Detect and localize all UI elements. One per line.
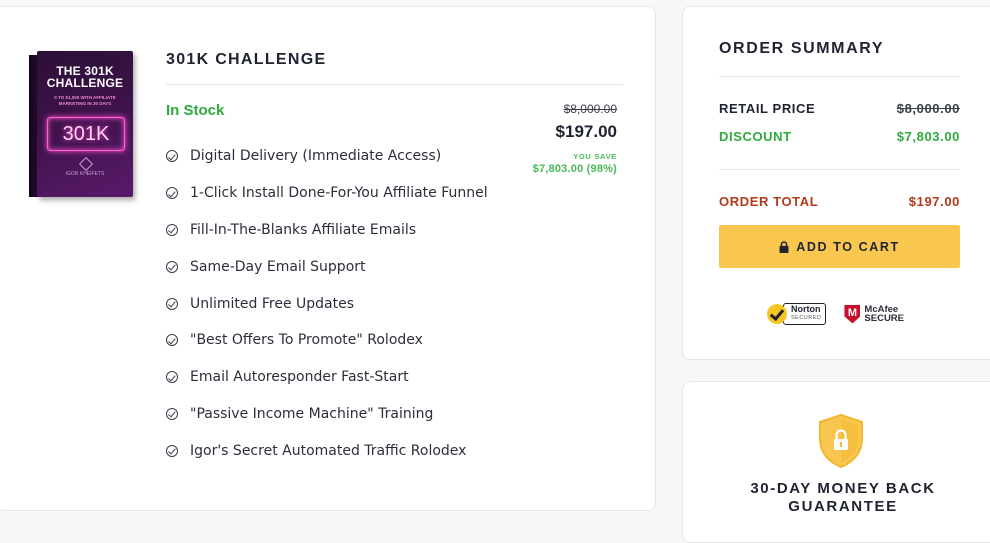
feature-text: Unlimited Free Updates — [190, 295, 355, 312]
check-circle-icon — [166, 260, 178, 273]
guarantee-line2: GUARANTEE — [788, 498, 898, 515]
check-circle-icon — [166, 371, 178, 384]
feature-item: Unlimited Free Updates — [166, 285, 488, 322]
product-divider — [166, 84, 623, 85]
box-brand: IGOR KHEIFETS — [65, 171, 105, 177]
order-total-label: ORDER TOTAL — [719, 194, 819, 209]
product-card: THE 301K CHALLENGE 0 TO $1,000 WITH AFFI… — [0, 6, 656, 511]
box-front: THE 301K CHALLENGE 0 TO $1,000 WITH AFFI… — [37, 51, 133, 197]
product-title: 301K CHALLENGE — [166, 51, 327, 68]
feature-item: "Passive Income Machine" Training — [166, 396, 488, 433]
box-title: THE 301K CHALLENGE — [46, 64, 124, 90]
retail-price-label: RETAIL PRICE — [719, 101, 816, 116]
box-neon-sign: 301K — [47, 117, 125, 151]
check-circle-icon — [166, 334, 178, 347]
guarantee-card: 30-DAY MONEY BACK GUARANTEE — [682, 381, 990, 543]
feature-text: Igor's Secret Automated Traffic Rolodex — [190, 442, 467, 459]
feature-item: Fill-In-The-Blanks Affiliate Emails — [166, 212, 488, 249]
feature-text: "Best Offers To Promote" Rolodex — [190, 332, 423, 349]
check-circle-icon — [166, 407, 178, 420]
norton-sub: SECURED — [791, 315, 822, 321]
mcafee-line2: SECURE — [864, 313, 904, 324]
retail-price-row: RETAIL PRICE $8,000.00 — [719, 101, 960, 116]
sale-price: $197.00 — [555, 122, 617, 141]
feature-item: "Best Offers To Promote" Rolodex — [166, 322, 488, 359]
norton-badge: Norton SECURED — [767, 303, 827, 325]
feature-text: "Passive Income Machine" Training — [190, 405, 434, 422]
product-box-image: THE 301K CHALLENGE 0 TO $1,000 WITH AFFI… — [29, 51, 133, 199]
you-save-label: YOU SAVE — [573, 152, 617, 161]
feature-text: Same-Day Email Support — [190, 258, 366, 275]
lock-icon — [779, 240, 789, 253]
feature-text: 1-Click Install Done-For-You Affiliate F… — [190, 185, 488, 202]
guarantee-title: 30-DAY MONEY BACK GUARANTEE — [683, 480, 990, 516]
check-circle-icon — [166, 297, 178, 310]
mcafee-badge: M McAfee SECURE — [844, 304, 904, 324]
feature-item: Digital Delivery (Immediate Access) — [166, 138, 488, 175]
norton-check-icon — [767, 304, 787, 324]
retail-price-value: $8,000.00 — [896, 101, 960, 116]
add-to-cart-button[interactable]: ADD TO CART — [719, 225, 960, 268]
discount-value: $7,803.00 — [896, 129, 960, 144]
order-total-value: $197.00 — [908, 194, 960, 209]
mcafee-shield-icon: M — [844, 304, 861, 324]
feature-item: 1-Click Install Done-For-You Affiliate F… — [166, 175, 488, 212]
feature-item: Same-Day Email Support — [166, 248, 488, 285]
original-price: $8,000.00 — [563, 102, 617, 116]
guarantee-line1: 30-DAY MONEY BACK — [750, 480, 936, 497]
stock-status: In Stock — [166, 102, 225, 119]
discount-label: DISCOUNT — [719, 129, 792, 144]
feature-text: Email Autoresponder Fast-Start — [190, 369, 409, 386]
check-circle-icon — [166, 150, 178, 163]
check-circle-icon — [166, 444, 178, 457]
norton-name: Norton — [791, 304, 821, 314]
feature-item: Email Autoresponder Fast-Start — [166, 359, 488, 396]
summary-divider — [719, 169, 960, 170]
feature-list: Digital Delivery (Immediate Access) 1-Cl… — [166, 138, 488, 469]
feature-text: Fill-In-The-Blanks Affiliate Emails — [190, 221, 417, 238]
add-to-cart-label: ADD TO CART — [796, 239, 900, 254]
price-block: $8,000.00 $197.00 YOU SAVE $7,803.00 (98… — [533, 102, 617, 175]
feature-item: Igor's Secret Automated Traffic Rolodex — [166, 432, 488, 469]
feature-text: Digital Delivery (Immediate Access) — [190, 148, 442, 165]
discount-row: DISCOUNT $7,803.00 — [719, 129, 960, 144]
check-circle-icon — [166, 223, 178, 236]
shield-lock-icon — [819, 413, 863, 469]
brand-logo-icon — [78, 156, 94, 172]
check-circle-icon — [166, 187, 178, 200]
summary-divider — [719, 76, 960, 77]
order-summary-title: ORDER SUMMARY — [719, 40, 885, 57]
order-summary-card: ORDER SUMMARY RETAIL PRICE $8,000.00 DIS… — [682, 6, 990, 360]
order-total-row: ORDER TOTAL $197.00 — [719, 194, 960, 209]
box-subtitle: 0 TO $1,000 WITH AFFILIATE MARKETING IN … — [54, 95, 116, 106]
savings-amount: $7,803.00 (98%) — [532, 163, 617, 175]
security-badges: Norton SECURED M McAfee SECURE — [767, 303, 904, 325]
